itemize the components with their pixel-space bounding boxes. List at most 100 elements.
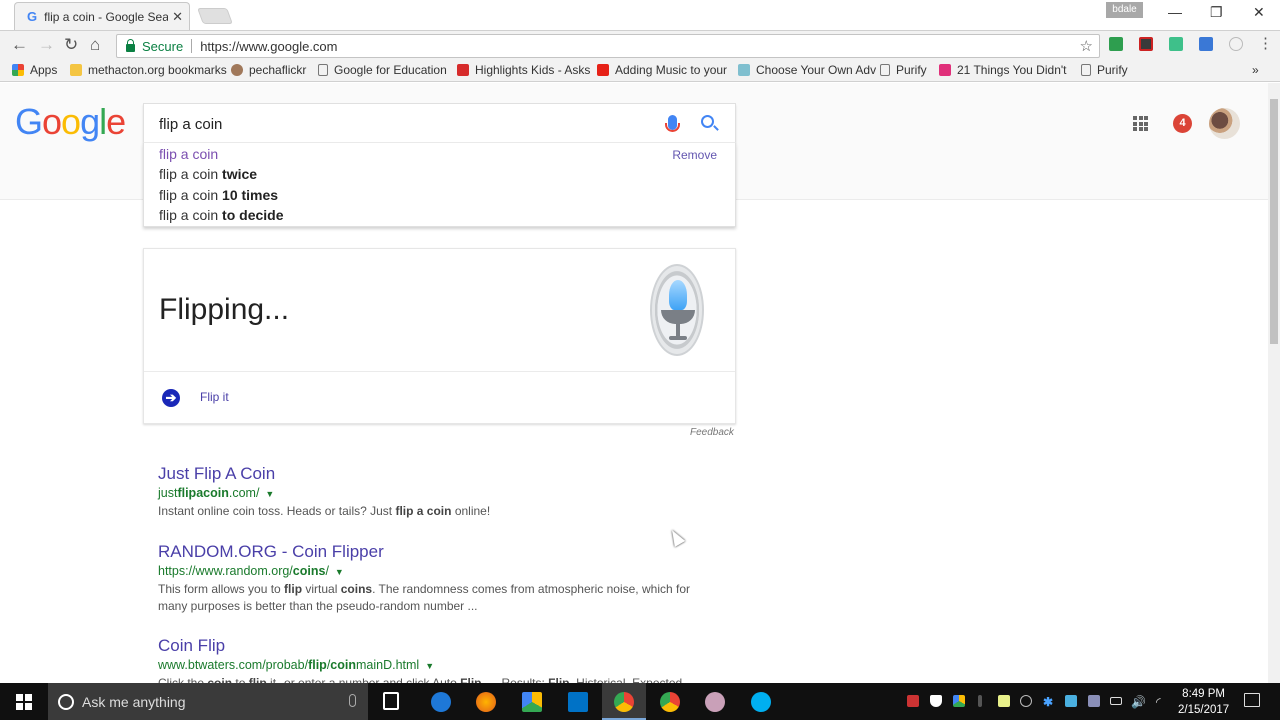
close-window-icon[interactable]: ✕ (1253, 4, 1265, 21)
suggestion-item[interactable]: flip a coin (159, 146, 218, 162)
bookmark-purify[interactable]: Purify (880, 63, 927, 77)
screen: G flip a coin - Google Search ✕ bdale — … (0, 0, 1280, 720)
tablet-tray-icon[interactable] (1088, 695, 1100, 707)
outlook-icon[interactable] (568, 692, 588, 712)
resize-extension-icon[interactable] (1199, 37, 1213, 51)
edge-icon[interactable] (431, 692, 451, 712)
snipping-tool-icon[interactable] (705, 692, 725, 712)
reload-icon[interactable]: ↻ (64, 35, 78, 55)
task-view-icon[interactable] (383, 692, 399, 710)
action-center-icon[interactable] (1244, 693, 1260, 707)
remove-suggestion-link[interactable]: Remove (672, 148, 717, 162)
browser-toolbar: ← → ↻ ⌂ Secure https://www.google.com ☆ (0, 30, 1280, 60)
windows-start-icon[interactable] (16, 694, 32, 710)
suggestion-item[interactable]: flip a coin to decide (159, 207, 284, 223)
defender-shield-icon[interactable] (930, 695, 942, 707)
snippet-part: coins (340, 582, 373, 596)
result-title-link[interactable]: RANDOM.ORG - Coin Flipper (158, 542, 718, 562)
account-avatar[interactable] (1209, 108, 1240, 139)
url-part: coin (330, 658, 356, 672)
bookmark-label: Choose Your Own Adv (756, 63, 877, 77)
flip-it-button[interactable]: Flip it (200, 390, 229, 404)
voice-search-icon[interactable] (665, 115, 680, 132)
bookmark-star-icon[interactable]: ☆ (1080, 37, 1093, 55)
bookmark-methacton[interactable]: methacton.org bookmarks (70, 63, 227, 77)
google-classroom-extension-icon[interactable] (1109, 37, 1123, 51)
bookmark-21-things[interactable]: 21 Things You Didn't (939, 63, 1067, 77)
chrome-menu-icon[interactable]: ⋮ (1258, 34, 1273, 52)
forward-icon[interactable]: → (38, 35, 55, 55)
google-logo[interactable]: Google (15, 101, 126, 143)
windows-taskbar: Ask me anything ✱ 🔊 ◜ 8:49 PM 2/15/2017 (0, 683, 1280, 720)
tab-close-icon[interactable]: ✕ (172, 9, 183, 25)
page-scrollbar[interactable] (1268, 83, 1280, 683)
microphone-tray-icon[interactable] (978, 695, 982, 707)
home-icon[interactable]: ⌂ (90, 35, 100, 55)
highlights-icon (457, 64, 469, 76)
logo-letter: G (15, 101, 43, 142)
tray-app-icon[interactable] (907, 695, 919, 707)
search-input[interactable]: flip a coin (143, 103, 736, 143)
flame-icon (669, 280, 687, 310)
snippet-part: flip a coin (395, 504, 452, 518)
coin-icon[interactable] (650, 264, 704, 356)
wifi-icon[interactable]: ◜ (1156, 695, 1168, 709)
flippity-extension-icon[interactable] (1169, 37, 1183, 51)
profile-button[interactable]: bdale (1106, 2, 1143, 18)
display-tray-icon[interactable] (1065, 695, 1077, 707)
battery-icon[interactable] (1110, 697, 1122, 705)
bookmark-apps[interactable]: Apps (12, 63, 57, 77)
snippet-part: online! (451, 504, 491, 518)
tab-title: flip a coin - Google Search (44, 9, 169, 24)
cortana-search-box[interactable]: Ask me anything (48, 683, 368, 720)
bluetooth-icon[interactable]: ✱ (1043, 695, 1055, 709)
chrome-profile-icon[interactable] (660, 692, 680, 712)
page-icon (1081, 64, 1091, 76)
minimize-icon[interactable]: — (1168, 4, 1182, 20)
bookmark-purify-2[interactable]: Purify (1081, 63, 1128, 77)
screencast-extension-icon[interactable] (1139, 37, 1153, 51)
system-clock[interactable]: 8:49 PM 2/15/2017 (1178, 686, 1229, 718)
notifications-badge[interactable]: 4 (1173, 114, 1192, 133)
sticky-notes-tray-icon[interactable] (998, 695, 1010, 707)
browser-tab[interactable]: G flip a coin - Google Search ✕ (14, 2, 190, 30)
back-icon[interactable]: ← (11, 35, 28, 55)
caret-down-icon[interactable]: ▼ (265, 489, 274, 499)
google-drive-icon[interactable] (522, 692, 542, 712)
network-tray-icon[interactable] (1020, 695, 1032, 707)
caret-down-icon[interactable]: ▼ (335, 567, 344, 577)
feedback-link[interactable]: Feedback (690, 427, 734, 438)
caret-down-icon[interactable]: ▼ (425, 661, 434, 671)
bookmark-pechaflickr[interactable]: pechaflickr (231, 63, 306, 77)
suggestion-item[interactable]: flip a coin 10 times (159, 187, 278, 203)
volume-icon[interactable]: 🔊 (1131, 695, 1146, 709)
result-title-link[interactable]: Coin Flip (158, 636, 718, 656)
restore-icon[interactable]: ❐ (1210, 4, 1223, 21)
scrollbar-thumb[interactable] (1270, 99, 1278, 344)
bookmark-choose-your-own[interactable]: Choose Your Own Adv (738, 63, 876, 77)
drive-tray-icon[interactable] (953, 695, 965, 707)
bookmark-highlights[interactable]: Highlights Kids - Asks (457, 63, 590, 77)
firefox-icon[interactable] (476, 692, 496, 712)
suggestion-completion: 10 times (222, 187, 279, 203)
microphone-icon[interactable] (349, 694, 356, 707)
bookmarks-overflow-button[interactable]: » (1252, 63, 1259, 77)
url-text: https://www.google.com (200, 38, 338, 54)
bookmark-label: Highlights Kids - Asks (475, 63, 591, 77)
suggestion-item[interactable]: flip a coin twice (159, 166, 257, 182)
logo-letter: g (80, 101, 100, 142)
address-bar[interactable]: Secure https://www.google.com ☆ (116, 34, 1100, 58)
arrow-right-icon[interactable]: ➔ (162, 389, 180, 407)
result-title-link[interactable]: Just Flip A Coin (158, 464, 718, 484)
chrome-icon[interactable] (614, 692, 634, 712)
new-tab-button[interactable] (197, 8, 233, 24)
google-apps-icon[interactable] (1133, 116, 1148, 131)
help-extension-icon[interactable] (1229, 37, 1243, 51)
search-icon[interactable] (701, 115, 714, 128)
bookmark-google-education[interactable]: Google for Education (318, 63, 447, 77)
bookmark-label: Purify (896, 63, 927, 77)
result-url: www.btwaters.com/probab/flip/coinmainD.h… (158, 658, 718, 672)
bookmark-adding-music[interactable]: Adding Music to your (597, 63, 727, 77)
skype-icon[interactable] (751, 692, 771, 712)
chalice-stem (676, 324, 680, 336)
